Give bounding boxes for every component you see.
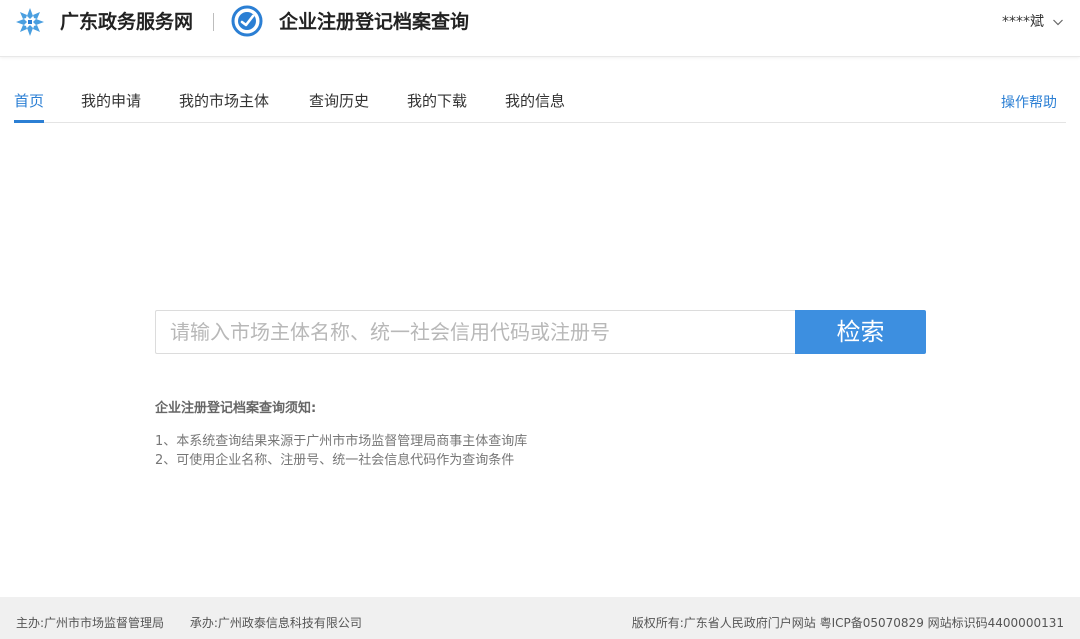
search-input[interactable] xyxy=(156,311,795,353)
chevron-down-icon xyxy=(1053,19,1063,26)
footer-sponsor: 主办:广州市市场监督管理局 xyxy=(16,616,165,630)
footer-left: 主办:广州市市场监督管理局 承办:广州政泰信息科技有限公司 xyxy=(16,615,362,631)
user-name: ****斌 xyxy=(1002,14,1044,30)
tab-my-info[interactable]: 我的信息 xyxy=(505,90,565,122)
help-link[interactable]: 操作帮助 xyxy=(1001,93,1057,113)
footer-organizer: 承办:广州政泰信息科技有限公司 xyxy=(189,616,362,630)
guangdong-gov-logo-icon[interactable] xyxy=(14,6,46,38)
app-title: 企业注册登记档案查询 xyxy=(279,11,470,33)
notice-item: 2、可使用企业名称、注册号、统一社会信息代码作为查询条件 xyxy=(155,453,515,468)
footer: 主办:广州市市场监督管理局 承办:广州政泰信息科技有限公司 版权所有:广东省人民… xyxy=(0,597,1080,639)
search-button[interactable]: 检索 xyxy=(795,310,926,354)
header-divider xyxy=(213,13,214,31)
tab-my-applications[interactable]: 我的申请 xyxy=(81,90,141,122)
notice-item: 1、本系统查询结果来源于广州市市场监督管理局商事主体查询库 xyxy=(155,434,528,449)
main-nav: 首页 我的申请 我的市场主体 查询历史 我的下载 我的信息 操作帮助 xyxy=(14,82,1066,123)
user-menu[interactable]: ****斌 xyxy=(1002,12,1064,32)
search-box xyxy=(155,310,795,354)
footer-copyright: 版权所有:广东省人民政府门户网站 粤ICP备05070829 网站标识码4400… xyxy=(631,616,1064,630)
tab-home[interactable]: 首页 xyxy=(14,90,45,123)
tab-my-market-entities[interactable]: 我的市场主体 xyxy=(179,90,269,122)
notice-list: 1、本系统查询结果来源于广州市市场监督管理局商事主体查询库 2、可使用企业名称、… xyxy=(155,432,527,470)
tab-my-downloads[interactable]: 我的下载 xyxy=(407,90,467,122)
site-name[interactable]: 广东政务服务网 xyxy=(60,10,193,34)
archive-query-logo-icon xyxy=(231,5,263,37)
top-header: 广东政务服务网 企业注册登记档案查询 ****斌 xyxy=(0,0,1080,57)
notice-title: 企业注册登记档案查询须知: xyxy=(155,401,317,416)
tab-query-history[interactable]: 查询历史 xyxy=(309,90,369,122)
